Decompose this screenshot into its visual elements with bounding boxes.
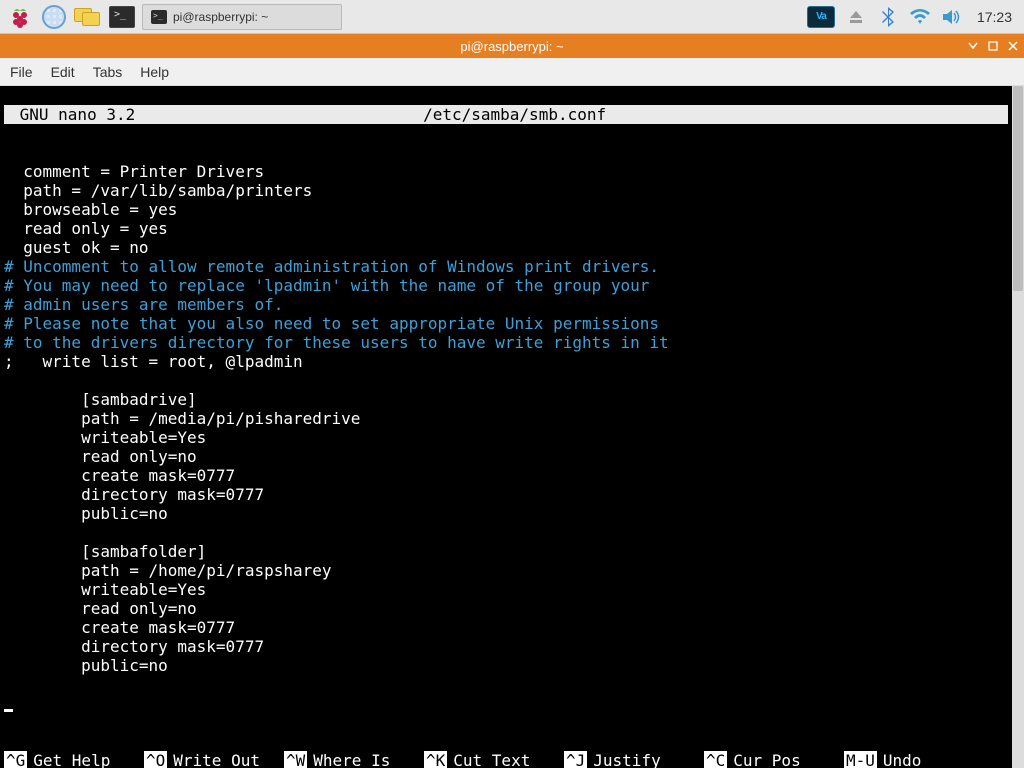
nano-shortcut[interactable]: M-UUndo xyxy=(844,751,934,768)
raspberry-icon xyxy=(8,5,32,29)
nano-shortcut[interactable]: ^KCut Text xyxy=(424,751,564,768)
editor-line: public=no xyxy=(4,504,168,523)
close-button[interactable] xyxy=(1006,39,1020,53)
editor-line: create mask=0777 xyxy=(4,618,235,637)
menu-edit[interactable]: Edit xyxy=(51,64,75,80)
nano-titlebar: GNU nano 3.2/etc/samba/smb.conf xyxy=(4,105,1008,124)
editor-line: read only=no xyxy=(4,447,197,466)
application-menu-button[interactable] xyxy=(6,3,34,31)
taskbar-entry-terminal[interactable]: pi@raspberrypi: ~ xyxy=(142,4,342,30)
file-manager-launcher[interactable] xyxy=(74,3,102,31)
maximize-button[interactable] xyxy=(986,39,1000,53)
editor-line: comment = Printer Drivers xyxy=(4,162,264,181)
editor-line: writeable=Yes xyxy=(4,428,206,447)
editor-line: path = /home/pi/raspsharey xyxy=(4,561,332,580)
terminal-viewport[interactable]: GNU nano 3.2/etc/samba/smb.conf comment … xyxy=(0,86,1012,768)
scrollbar-thumb[interactable] xyxy=(1013,86,1023,291)
menu-help[interactable]: Help xyxy=(140,64,169,80)
editor-line: [sambadrive] xyxy=(4,390,197,409)
nano-shortcut[interactable]: ^JJustify xyxy=(564,751,704,768)
nano-shortcut[interactable]: ^OWrite Out xyxy=(144,751,284,768)
clock[interactable]: 17:23 xyxy=(973,9,1012,25)
web-browser-launcher[interactable] xyxy=(40,3,68,31)
nano-shortcut[interactable]: ^GGet Help xyxy=(4,751,144,768)
editor-line: path = /var/lib/samba/printers xyxy=(4,181,312,200)
editor-line-comment: # Uncomment to allow remote administrati… xyxy=(4,257,659,276)
volume-icon[interactable] xyxy=(941,6,963,28)
editor-line-comment: # admin users are members of. xyxy=(4,295,283,314)
folders-icon xyxy=(74,6,102,28)
editor-line: public=no xyxy=(4,656,168,675)
editor-line xyxy=(4,371,14,390)
editor-line: guest ok = no xyxy=(4,238,149,257)
taskbar-entry-label: pi@raspberrypi: ~ xyxy=(173,10,268,24)
editor-line: read only = yes xyxy=(4,219,168,238)
menu-tabs[interactable]: Tabs xyxy=(93,64,123,80)
window-titlebar[interactable]: pi@raspberrypi: ~ xyxy=(0,34,1024,58)
system-panel: pi@raspberrypi: ~ Va 17:23 xyxy=(0,0,1024,34)
editor-line: directory mask=0777 xyxy=(4,637,264,656)
editor-line-comment: # to the drivers directory for these use… xyxy=(4,333,669,352)
globe-icon xyxy=(42,5,66,29)
eject-icon[interactable] xyxy=(845,6,867,28)
terminal-icon xyxy=(151,10,167,24)
editor-line: directory mask=0777 xyxy=(4,485,264,504)
text-cursor xyxy=(4,709,13,712)
editor-line-comment: # You may need to replace 'lpadmin' with… xyxy=(4,276,649,295)
nano-shortcut-row: ^GGet Help^OWrite Out^WWhere Is^KCut Tex… xyxy=(4,751,1008,768)
editor-line xyxy=(4,523,14,542)
terminal-icon xyxy=(109,6,135,28)
editor-line-comment: # Please note that you also need to set … xyxy=(4,314,659,333)
menu-file[interactable]: File xyxy=(10,64,33,80)
terminal-launcher[interactable] xyxy=(108,3,136,31)
wifi-icon[interactable] xyxy=(909,6,931,28)
minimize-button[interactable] xyxy=(966,39,980,53)
editor-line: read only=no xyxy=(4,599,197,618)
terminal-window: pi@raspberrypi: ~ File Edit Tabs Help GN… xyxy=(0,34,1024,768)
editor-line: ; write list = root, @lpadmin xyxy=(4,352,303,371)
window-title: pi@raspberrypi: ~ xyxy=(460,39,563,54)
bluetooth-icon[interactable] xyxy=(877,6,899,28)
editor-line: path = /media/pi/pisharedrive xyxy=(4,409,360,428)
editor-line: [sambafolder] xyxy=(4,542,206,561)
nano-shortcut[interactable]: ^WWhere Is xyxy=(284,751,424,768)
vnc-indicator[interactable]: Va xyxy=(807,6,835,28)
editor-line xyxy=(4,675,14,694)
terminal-menubar: File Edit Tabs Help xyxy=(0,58,1024,86)
editor-line: browseable = yes xyxy=(4,200,177,219)
nano-version: GNU nano 3.2 xyxy=(4,105,141,124)
nano-filepath: /etc/samba/smb.conf xyxy=(141,105,1008,124)
editor-line: create mask=0777 xyxy=(4,466,235,485)
nano-shortcut[interactable]: ^CCur Pos xyxy=(704,751,844,768)
scrollbar[interactable] xyxy=(1012,86,1024,768)
editor-line: writeable=Yes xyxy=(4,580,206,599)
scrollbar-track[interactable] xyxy=(1012,86,1024,768)
